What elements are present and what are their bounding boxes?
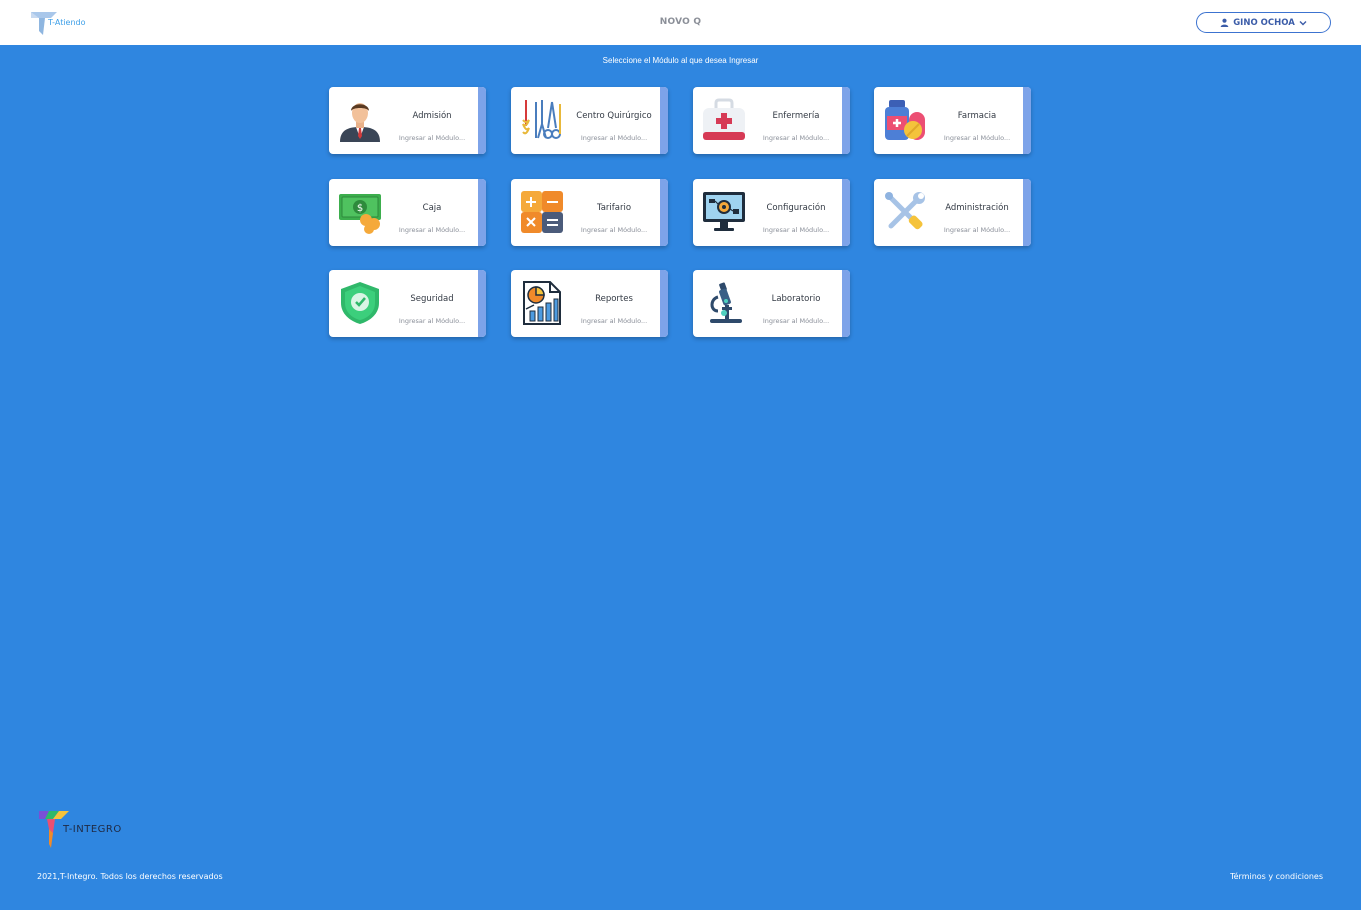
module-card-admision[interactable]: Admisión Ingresar al Módulo... <box>329 87 486 154</box>
card-strip <box>842 179 850 246</box>
module-card-farmacia[interactable]: Farmacia Ingresar al Módulo... <box>874 87 1031 154</box>
module-card-centro-quirurgico[interactable]: Centro Quirúrgico Ingresar al Módulo... <box>511 87 668 154</box>
top-bar: T-Atiendo NOVO Q GINO OCHOA <box>0 0 1361 45</box>
module-sub: Ingresar al Módulo... <box>762 134 830 142</box>
module-sub: Ingresar al Módulo... <box>943 226 1011 234</box>
card-strip <box>842 87 850 154</box>
card-strip <box>660 87 668 154</box>
module-label: Tarifario <box>596 203 632 213</box>
first-aid-kit-icon <box>702 98 746 142</box>
surgical-tools-icon <box>520 98 564 142</box>
module-sub: Ingresar al Módulo... <box>762 317 830 325</box>
card-strip <box>660 270 668 337</box>
module-sub: Ingresar al Módulo... <box>943 134 1011 142</box>
card-strip <box>1023 179 1031 246</box>
module-card-reportes[interactable]: Reportes Ingresar al Módulo... <box>511 270 668 337</box>
card-strip <box>842 270 850 337</box>
module-sub: Ingresar al Módulo... <box>398 134 466 142</box>
module-label: Seguridad <box>410 294 454 304</box>
microscope-icon <box>702 281 746 325</box>
module-card-tarifario[interactable]: Tarifario Ingresar al Módulo... <box>511 179 668 246</box>
module-label: Centro Quirúrgico <box>576 111 652 121</box>
module-card-enfermeria[interactable]: Enfermería Ingresar al Módulo... <box>693 87 850 154</box>
module-label: Enfermería <box>772 111 820 121</box>
module-instruction: Seleccione el Módulo al que desea Ingres… <box>602 56 759 65</box>
person-icon <box>338 98 382 142</box>
module-card-laboratorio[interactable]: Laboratorio Ingresar al Módulo... <box>693 270 850 337</box>
module-sub: Ingresar al Módulo... <box>580 317 648 325</box>
module-card-caja[interactable]: $ Caja Ingresar al Módulo... <box>329 179 486 246</box>
medicine-icon <box>883 98 927 142</box>
module-label: Reportes <box>595 294 633 304</box>
module-label: Configuración <box>766 203 826 213</box>
calculator-icon <box>520 190 564 234</box>
module-card-seguridad[interactable]: Seguridad Ingresar al Módulo... <box>329 270 486 337</box>
user-name: GINO OCHOA <box>1233 17 1295 28</box>
module-label: Caja <box>422 203 442 213</box>
card-strip <box>478 270 486 337</box>
svg-text:$: $ <box>357 203 363 214</box>
card-strip <box>1023 87 1031 154</box>
module-label: Laboratorio <box>771 294 821 304</box>
terms-link[interactable]: Términos y condiciones <box>1230 872 1323 881</box>
t-integro-logo: T-INTEGRO <box>39 811 134 851</box>
card-strip <box>660 179 668 246</box>
module-sub: Ingresar al Módulo... <box>762 226 830 234</box>
report-icon <box>520 281 564 325</box>
module-sub: Ingresar al Módulo... <box>580 134 648 142</box>
module-sub: Ingresar al Módulo... <box>398 226 466 234</box>
tools-icon <box>883 190 927 234</box>
module-card-configuracion[interactable]: Configuración Ingresar al Módulo... <box>693 179 850 246</box>
module-card-administracion[interactable]: Administración Ingresar al Módulo... <box>874 179 1031 246</box>
card-strip <box>478 87 486 154</box>
shield-icon <box>338 281 382 325</box>
module-label: Administración <box>945 203 1009 213</box>
module-sub: Ingresar al Módulo... <box>398 317 466 325</box>
module-label: Admisión <box>412 111 452 121</box>
chevron-down-icon <box>1299 20 1307 25</box>
money-icon: $ <box>338 190 382 234</box>
user-menu-button[interactable]: GINO OCHOA <box>1196 12 1331 33</box>
module-sub: Ingresar al Módulo... <box>580 226 648 234</box>
footer-logo-text: T-INTEGRO <box>63 824 122 835</box>
copyright-text: 2021,T-Integro. Todos los derechos reser… <box>37 872 223 881</box>
module-label: Farmacia <box>957 111 997 121</box>
card-strip <box>478 179 486 246</box>
user-icon <box>1220 18 1229 27</box>
computer-settings-icon <box>702 190 746 234</box>
app-title: NOVO Q <box>659 17 702 27</box>
